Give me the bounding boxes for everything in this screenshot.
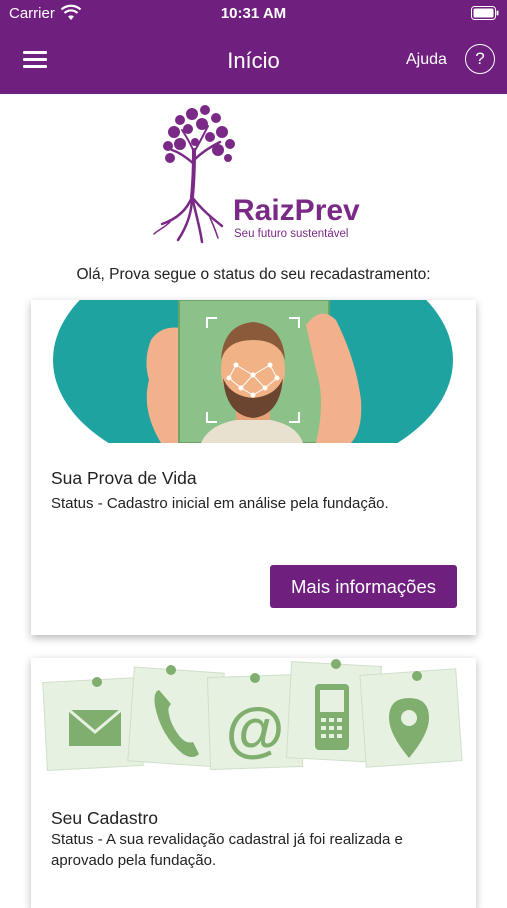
registration-card: @ Seu Cadastro Status - A sua revalidaçã… (31, 658, 476, 908)
help-link[interactable]: Ajuda (406, 51, 447, 69)
registration-status: Status - A sua revalidação cadastral já … (51, 831, 403, 869)
logo-brand-text: RaizPrev (233, 194, 360, 227)
app-header: Carrier 10:31 AM Início Ajuda ? (0, 0, 507, 94)
face-recognition-illustration (31, 300, 476, 443)
contact-notes-illustration: @ (31, 658, 476, 793)
help-icon[interactable]: ? (465, 44, 495, 74)
status-bar: Carrier 10:31 AM (0, 0, 507, 30)
svg-text:@: @ (226, 696, 285, 763)
proof-of-life-status: Status - Cadastro inicial em análise pel… (51, 495, 389, 512)
greeting-text: Olá, Prova segue o status do seu recadas… (76, 266, 431, 283)
raizprev-logo: RaizPrev Seu futuro sustentável (153, 105, 360, 244)
proof-of-life-card: Sua Prova de Vida Status - Cadastro inic… (31, 300, 476, 635)
logo-tagline-text: Seu futuro sustentável (234, 228, 348, 240)
nav-bar: Início Ajuda ? (0, 30, 507, 94)
battery-icon (471, 6, 499, 20)
proof-of-life-title: Sua Prova de Vida (51, 468, 197, 488)
clock-label: 10:31 AM (220, 5, 287, 22)
more-info-button[interactable]: Mais informações (270, 565, 457, 608)
registration-title: Seu Cadastro (51, 808, 159, 828)
